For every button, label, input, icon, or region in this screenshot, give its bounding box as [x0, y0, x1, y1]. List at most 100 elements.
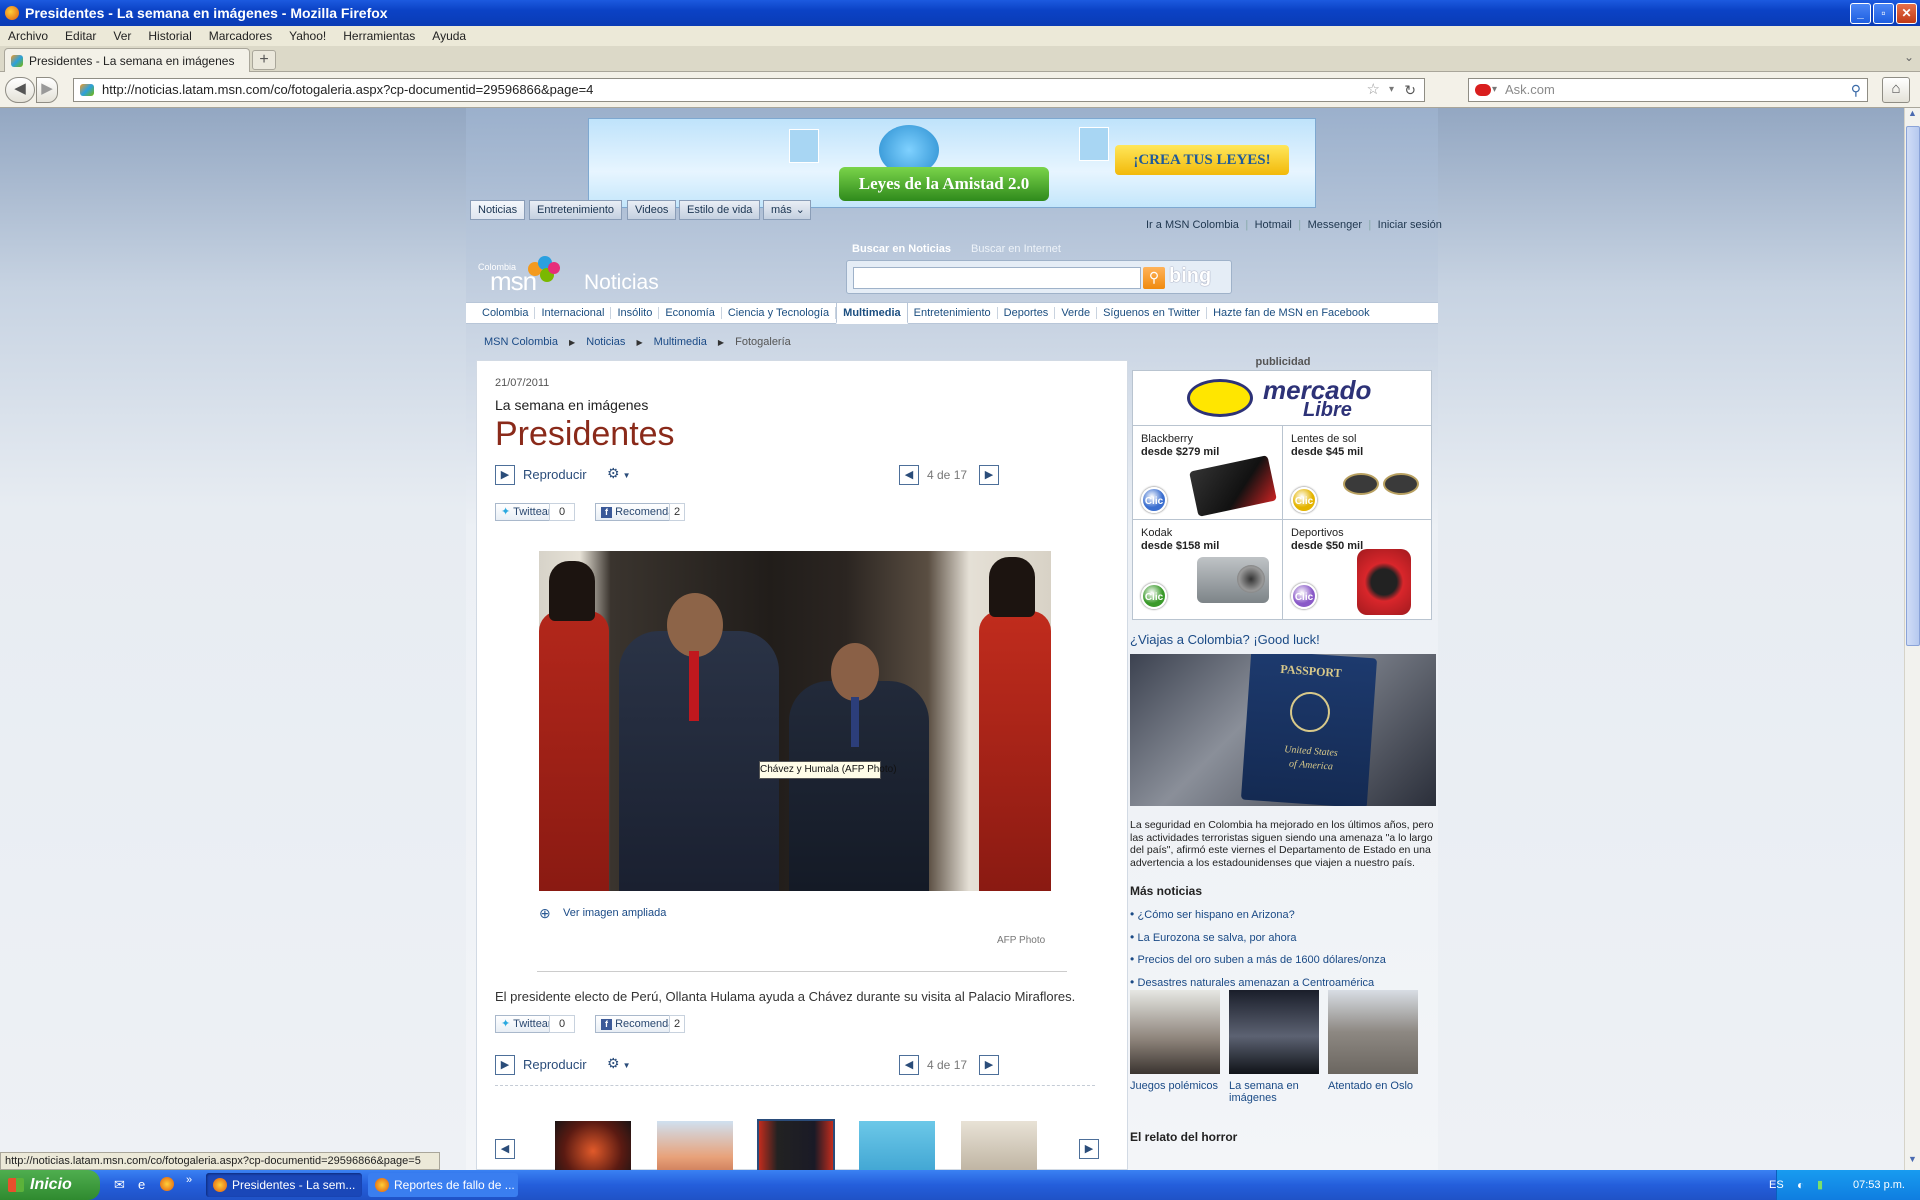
secnav-economia[interactable]: Economía — [659, 307, 722, 319]
next-photo-button[interactable]: ▶ — [979, 1055, 999, 1075]
menu-herramientas[interactable]: Herramientas — [343, 29, 415, 43]
tray-network-icon[interactable]: ◐ — [1797, 1170, 1804, 1200]
ask-engine-icon[interactable] — [1475, 84, 1491, 96]
menu-historial[interactable]: Historial — [148, 29, 191, 43]
url-text[interactable]: http://noticias.latam.msn.com/co/fotogal… — [102, 82, 593, 97]
thumb-atentado-oslo[interactable] — [1328, 990, 1418, 1074]
ad-item-deportivos[interactable]: Deportivos desde $50 mil — [1291, 527, 1363, 553]
secnav-ciencia[interactable]: Ciencia y Tecnología — [722, 307, 837, 319]
topnav-mas[interactable]: más ⌄ — [763, 200, 811, 220]
secnav-colombia[interactable]: Colombia — [476, 307, 536, 319]
taskbar-window-reportes[interactable]: Reportes de fallo de ... — [368, 1173, 518, 1197]
filmstrip-thumb-active[interactable] — [757, 1119, 835, 1170]
menu-marcadores[interactable]: Marcadores — [209, 29, 272, 43]
menu-yahoo[interactable]: Yahoo! — [289, 29, 326, 43]
ad-mercadolibre[interactable]: mercado Libre Blackberry desde $279 mil … — [1132, 370, 1432, 620]
history-dropdown-icon[interactable]: ▾ — [1389, 79, 1394, 101]
quicklaunch-more-icon[interactable]: » — [186, 1174, 192, 1186]
thumb-label[interactable]: Juegos polémicos — [1130, 1080, 1222, 1092]
ad-banner-leyes-amistad[interactable]: Leyes de la Amistad 2.0 ¡CREA TUS LEYES! — [588, 118, 1316, 208]
thumb-juegos-polemicos[interactable] — [1130, 990, 1220, 1074]
topnav-estilo-de-vida[interactable]: Estilo de vida — [679, 200, 761, 220]
thumb-label[interactable]: Atentado en Oslo — [1328, 1080, 1428, 1092]
tray-signal-icon[interactable]: ▮ — [1817, 1170, 1823, 1200]
filmstrip-prev-button[interactable]: ◀ — [495, 1139, 515, 1159]
more-news-item[interactable]: • La Eurozona se salva, por ahora — [1130, 927, 1436, 950]
forward-button[interactable]: ▶ — [36, 77, 58, 103]
thumb-label[interactable]: La semana en imágenes — [1229, 1080, 1309, 1104]
link-ir-msn-colombia[interactable]: Ir a MSN Colombia — [1146, 219, 1239, 231]
filmstrip-thumb[interactable] — [657, 1121, 733, 1170]
secnav-internacional[interactable]: Internacional — [535, 307, 612, 319]
play-icon[interactable]: ▶ — [495, 465, 515, 485]
banner-cta-button[interactable]: ¡CREA TUS LEYES! — [1115, 145, 1289, 175]
breadcrumb-msn-colombia[interactable]: MSN Colombia — [484, 336, 558, 348]
secnav-deportes[interactable]: Deportes — [998, 307, 1056, 319]
settings-gear-icon[interactable]: ⚙ ▼ — [607, 1055, 630, 1072]
play-label[interactable]: Reproducir — [523, 1057, 587, 1072]
quicklaunch-firefox-icon[interactable] — [160, 1177, 174, 1191]
search-tab-internet[interactable]: Buscar en Internet — [971, 243, 1061, 255]
prev-photo-button[interactable]: ◀ — [899, 465, 919, 485]
home-button[interactable]: ⌂ — [1882, 77, 1910, 103]
breadcrumb-multimedia[interactable]: Multimedia — [654, 336, 707, 348]
ad-click-button[interactable]: Clic — [1291, 487, 1317, 513]
scroll-down-icon[interactable]: ▼ — [1905, 1154, 1920, 1170]
new-tab-button[interactable]: + — [252, 50, 276, 70]
scrollbar-thumb[interactable] — [1906, 126, 1920, 646]
quicklaunch-ie-icon[interactable]: e — [138, 1177, 145, 1192]
search-tab-noticias[interactable]: Buscar en Noticias — [852, 243, 951, 255]
maximize-button[interactable]: ▫ — [1873, 3, 1894, 24]
secnav-verde[interactable]: Verde — [1055, 307, 1098, 319]
topnav-entretenimiento[interactable]: Entretenimiento — [529, 200, 623, 220]
search-magnifier-icon[interactable]: ⚲ — [1851, 79, 1861, 101]
menu-ver[interactable]: Ver — [113, 29, 131, 43]
filmstrip-thumb[interactable] — [859, 1121, 935, 1170]
next-photo-button[interactable]: ▶ — [979, 465, 999, 485]
link-hotmail[interactable]: Hotmail — [1255, 219, 1292, 231]
bookmark-star-icon[interactable]: ☆ — [1367, 79, 1380, 101]
search-go-icon[interactable]: ⚲ — [1143, 267, 1165, 289]
story-title-link[interactable]: ¿Viajas a Colombia? ¡Good luck! — [1130, 632, 1320, 647]
play-icon[interactable]: ▶ — [495, 1055, 515, 1075]
ad-click-button[interactable]: Clic — [1291, 583, 1317, 609]
menu-archivo[interactable]: Archivo — [8, 29, 48, 43]
link-messenger[interactable]: Messenger — [1308, 219, 1362, 231]
topnav-noticias[interactable]: Noticias — [470, 200, 526, 220]
url-bar[interactable]: http://noticias.latam.msn.com/co/fotogal… — [73, 78, 1425, 102]
taskbar-window-firefox[interactable]: Presidentes - La sem... — [206, 1173, 362, 1197]
settings-gear-icon[interactable]: ⚙ ▼ — [607, 465, 630, 482]
close-button[interactable]: ✕ — [1896, 3, 1917, 24]
menu-editar[interactable]: Editar — [65, 29, 96, 43]
zoom-icon[interactable]: ⊕ — [539, 905, 551, 922]
menu-ayuda[interactable]: Ayuda — [432, 29, 466, 43]
more-news-item[interactable]: • ¿Cómo ser hispano en Arizona? — [1130, 904, 1436, 927]
language-indicator[interactable]: ES — [1769, 1170, 1784, 1200]
passport-image[interactable]: PASSPORT United States of America — [1130, 654, 1436, 806]
link-iniciar-sesion[interactable]: Iniciar sesión — [1378, 219, 1442, 231]
minimize-button[interactable]: _ — [1850, 3, 1871, 24]
gallery-photo[interactable]: Chávez y Humala (AFP Photo) — [539, 551, 1051, 891]
start-button[interactable]: Inicio — [0, 1170, 100, 1200]
filmstrip-next-button[interactable]: ▶ — [1079, 1139, 1099, 1159]
thumb-semana-imagenes[interactable] — [1229, 990, 1319, 1074]
msn-search-input[interactable] — [853, 267, 1141, 289]
page-scrollbar[interactable]: ▲ ▼ — [1904, 108, 1920, 1170]
topnav-videos[interactable]: Videos — [627, 200, 677, 220]
more-news-item[interactable]: • Precios del oro suben a más de 1600 dó… — [1130, 949, 1436, 972]
reload-icon[interactable]: ↻ — [1404, 79, 1416, 101]
quicklaunch-email-icon[interactable]: ✉ — [114, 1177, 125, 1193]
engine-dropdown-icon[interactable]: ▾ — [1492, 79, 1497, 101]
search-input[interactable]: ▾ Ask.com ⚲ — [1468, 78, 1868, 102]
secnav-entretenimiento[interactable]: Entretenimiento — [908, 307, 998, 319]
scroll-up-icon[interactable]: ▲ — [1905, 108, 1920, 124]
filmstrip-thumb[interactable] — [961, 1121, 1037, 1170]
ad-item-lentes[interactable]: Lentes de sol desde $45 mil — [1291, 433, 1363, 459]
back-button[interactable]: ◀ — [5, 77, 35, 103]
play-label[interactable]: Reproducir — [523, 467, 587, 482]
view-larger-link[interactable]: Ver imagen ampliada — [563, 907, 666, 919]
tab-presidentes[interactable]: Presidentes - La semana en imágenes — [4, 48, 250, 72]
ad-click-button[interactable]: Clic — [1141, 583, 1167, 609]
ad-click-button[interactable]: Clic — [1141, 487, 1167, 513]
secnav-insolito[interactable]: Insólito — [611, 307, 660, 319]
